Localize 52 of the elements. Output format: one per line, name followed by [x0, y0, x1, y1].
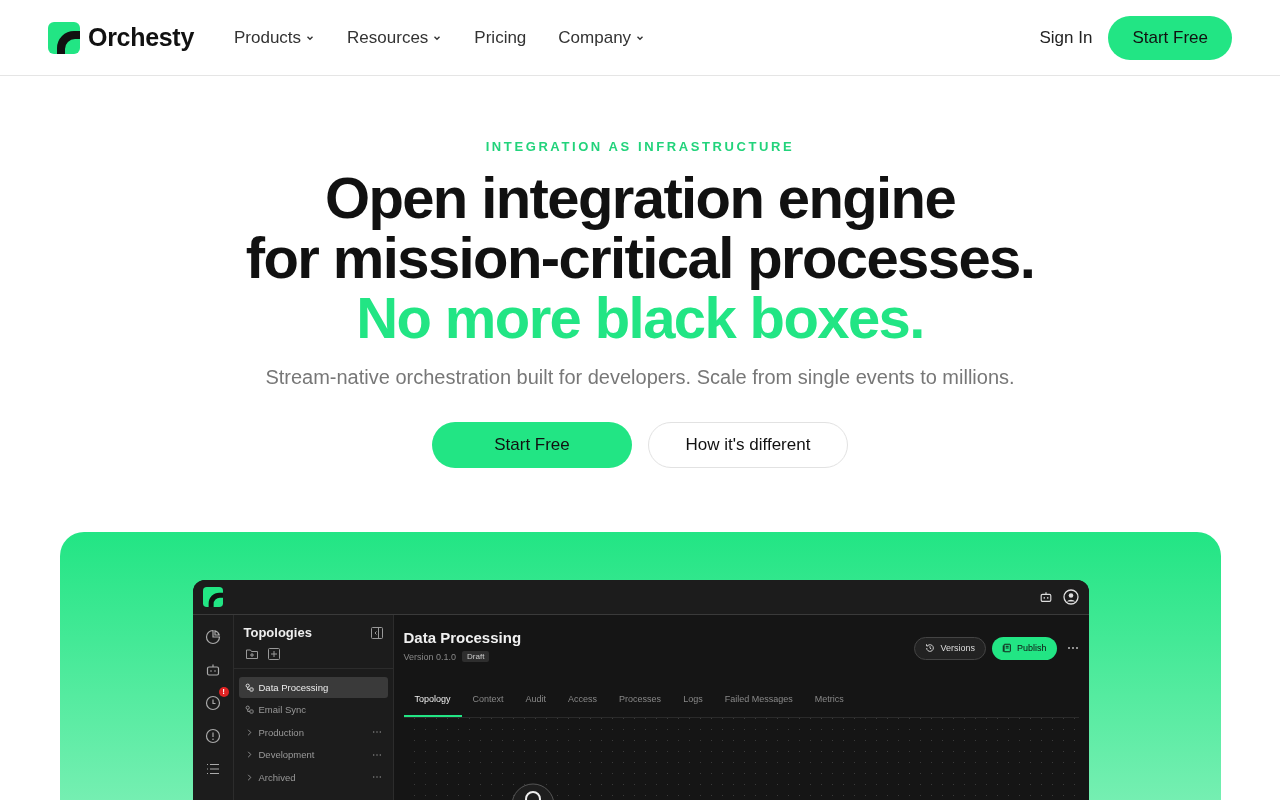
- start-free-button[interactable]: Start Free: [1108, 15, 1232, 60]
- topology-title: Data Processing: [403, 629, 522, 646]
- subtitle: Stream-native orchestration built for developers. Scale from single events to millions.: [265, 366, 1015, 389]
- tab[interactable]: Audit: [514, 685, 558, 717]
- notification-badge: !: [218, 687, 229, 697]
- brand-name[interactable]: Orchesty: [88, 23, 194, 52]
- more-icon[interactable]: [371, 752, 382, 757]
- document-icon: [1001, 643, 1012, 653]
- tab[interactable]: Logs: [672, 685, 714, 717]
- versions-button[interactable]: Versions: [914, 636, 986, 660]
- sidebar-item[interactable]: Production: [238, 722, 388, 743]
- list-icon[interactable]: [204, 761, 221, 777]
- topology-icon: [244, 705, 254, 715]
- sidebar-item[interactable]: Data Processing: [238, 677, 388, 698]
- eyebrow-text: INTEGRATION AS INFRASTRUCTURE: [485, 139, 795, 154]
- tab[interactable]: Topology: [403, 685, 462, 717]
- clock-icon[interactable]: [204, 695, 221, 711]
- sidebar-title: Topologies: [243, 625, 312, 640]
- topology-icon: [244, 682, 254, 692]
- tab[interactable]: Access: [557, 685, 609, 717]
- nav-link[interactable]: Company: [558, 27, 646, 48]
- nav-link[interactable]: Resources: [347, 27, 443, 48]
- more-icon[interactable]: [1066, 646, 1079, 650]
- tab[interactable]: Processes: [608, 685, 673, 717]
- start-free-button[interactable]: Start Free: [432, 422, 632, 468]
- more-icon[interactable]: [371, 730, 382, 735]
- tab[interactable]: Metrics: [803, 685, 855, 717]
- more-icon[interactable]: [371, 775, 382, 780]
- how-different-button[interactable]: How it's different: [648, 422, 848, 468]
- publish-button[interactable]: Publish: [991, 636, 1057, 660]
- new-folder-icon[interactable]: [245, 648, 258, 660]
- pie-chart-icon[interactable]: [204, 629, 221, 645]
- status-badge: Draft: [462, 651, 490, 662]
- robot-icon[interactable]: [204, 662, 221, 678]
- history-icon: [925, 643, 936, 653]
- headline: Open integration engine: [324, 168, 956, 228]
- tab[interactable]: Context: [461, 685, 515, 717]
- nav-link[interactable]: Pricing: [474, 27, 527, 48]
- version-text: Version 0.1.0: [403, 651, 457, 662]
- sidebar-item[interactable]: Email Sync: [238, 699, 388, 720]
- robot-icon[interactable]: [1038, 590, 1053, 604]
- sidebar-item[interactable]: Development: [238, 744, 388, 765]
- sign-in-link[interactable]: Sign In: [1039, 27, 1093, 48]
- logo-icon: [48, 21, 80, 54]
- user-avatar-icon[interactable]: [1062, 589, 1079, 605]
- add-icon[interactable]: [267, 648, 280, 660]
- sidebar-item[interactable]: Archived: [238, 767, 388, 788]
- collapse-panel-icon[interactable]: [370, 626, 383, 639]
- nav-link[interactable]: Products: [234, 27, 316, 48]
- alert-icon[interactable]: [204, 728, 221, 744]
- tab[interactable]: Failed Messages: [713, 685, 804, 717]
- logo-icon: [202, 587, 223, 607]
